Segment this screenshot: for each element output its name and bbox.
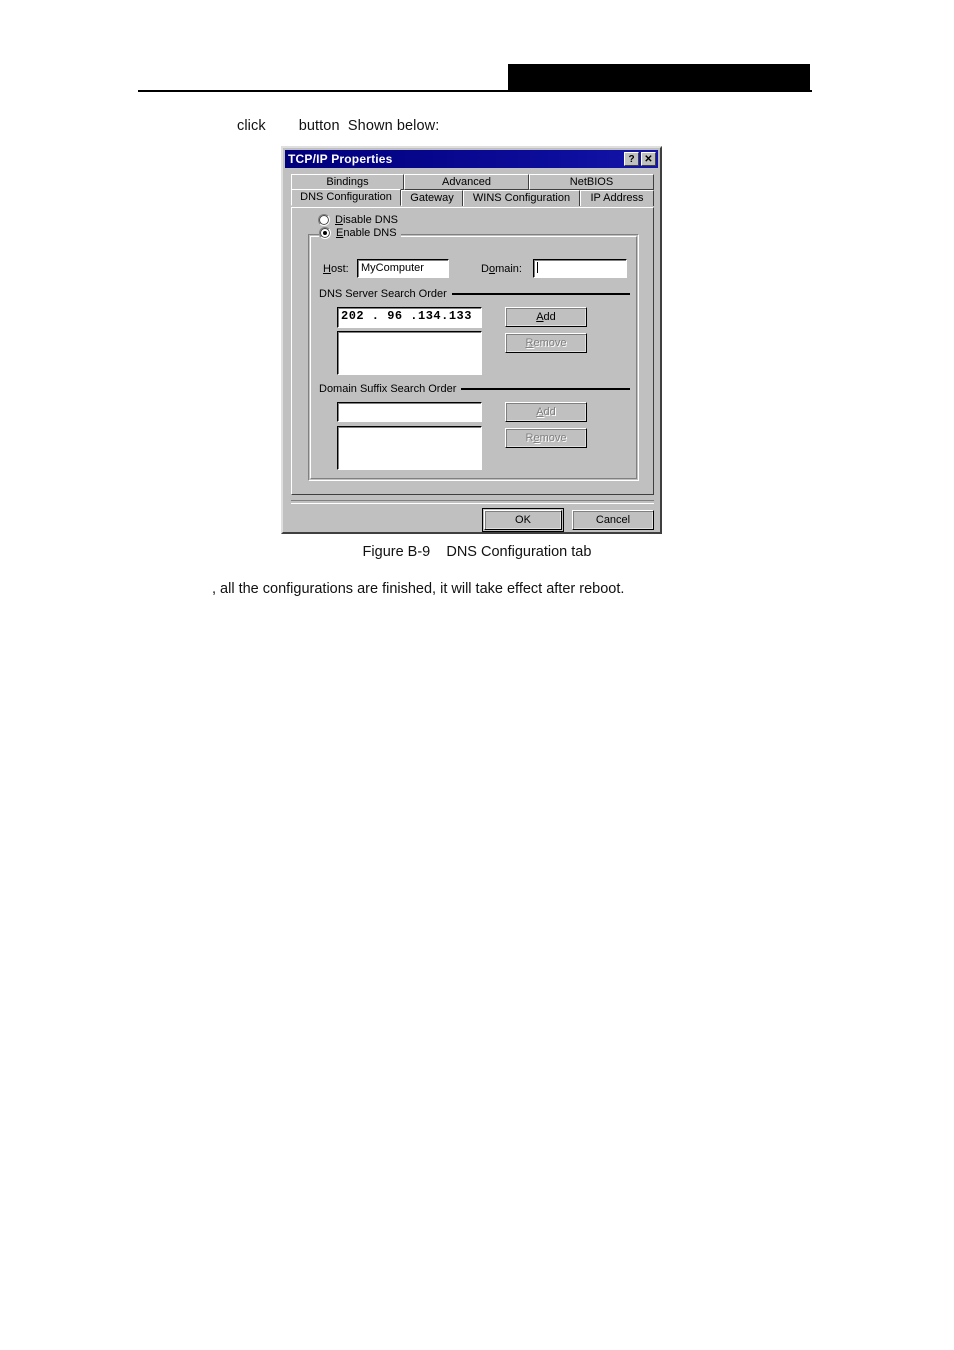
domain-suffix-remove-button[interactable]: Remove (505, 428, 587, 448)
text-caret (537, 262, 538, 273)
dialog-title: TCP/IP Properties (288, 152, 393, 166)
radio-circle-icon (318, 214, 330, 226)
tab-ip-address[interactable]: IP Address (580, 190, 654, 206)
host-input[interactable]: MyComputer (357, 259, 449, 278)
close-icon[interactable]: ✕ (641, 152, 656, 166)
domain-suffix-search-order-title: Domain Suffix Search Order (319, 383, 457, 395)
domain-suffix-remove-label: Remove (525, 432, 567, 444)
domain-suffix-add-button[interactable]: Add (505, 402, 587, 422)
domain-input[interactable] (533, 259, 627, 278)
titlebar-button-group: ? ✕ (624, 152, 656, 166)
radio-enable-dns[interactable]: Enable DNS (319, 227, 401, 239)
dns-server-remove-button[interactable]: Remove (505, 333, 587, 353)
domain-label: Domain: (481, 263, 522, 275)
radio-circle-filled-icon (319, 227, 331, 239)
tab-netbios[interactable]: NetBIOS (529, 174, 654, 190)
tabstrip: Bindings Advanced NetBIOS DNS Configurat… (291, 174, 654, 206)
section-divider-line (451, 293, 630, 295)
figure-caption: Figure B-9 DNS Configuration tab (362, 544, 592, 560)
tab-row-top: Bindings Advanced NetBIOS (291, 174, 654, 190)
domain-suffix-entry-input[interactable] (337, 402, 482, 422)
domain-suffix-search-order-header: Domain Suffix Search Order (319, 383, 630, 395)
radio-enable-dns-label: Enable DNS (336, 227, 397, 239)
enable-dns-groupbox: Enable DNS Host: MyComputer Domain: DNS … (308, 227, 639, 481)
dns-server-add-label: Add (536, 311, 556, 323)
tab-dns-configuration[interactable]: DNS Configuration (291, 189, 401, 206)
dialog-bottom-separator (291, 500, 654, 504)
host-label: Host: (323, 263, 349, 275)
dns-server-list[interactable] (337, 331, 482, 375)
cancel-button[interactable]: Cancel (572, 510, 654, 530)
footer-text: , all the configurations are finished, i… (212, 581, 625, 597)
domain-suffix-add-label: Add (536, 406, 556, 418)
tab-bindings[interactable]: Bindings (291, 174, 404, 190)
header-rule (138, 90, 812, 92)
ok-button[interactable]: OK (482, 508, 564, 532)
tab-gateway[interactable]: Gateway (401, 190, 463, 206)
section-divider-line-2 (461, 388, 630, 390)
tab-row-bottom: DNS Configuration Gateway WINS Configura… (291, 189, 654, 206)
radio-disable-dns-label: Disable DNS (335, 214, 398, 226)
header-redaction-bar (508, 64, 810, 90)
dialog-titlebar[interactable]: TCP/IP Properties ? ✕ (285, 150, 658, 168)
help-icon[interactable]: ? (624, 152, 639, 166)
dns-configuration-panel: Disable DNS Enable DNS Host: MyComputer … (291, 207, 654, 495)
tab-wins-configuration[interactable]: WINS Configuration (463, 190, 580, 206)
domain-suffix-list[interactable] (337, 426, 482, 470)
radio-disable-dns[interactable]: Disable DNS (318, 214, 398, 226)
dns-server-search-order-title: DNS Server Search Order (319, 288, 447, 300)
dns-server-entry-input[interactable]: 202 . 96 .134.133 (337, 307, 482, 328)
dns-server-add-button[interactable]: Add (505, 307, 587, 327)
intro-text: click button Shown below: (237, 118, 440, 134)
dns-server-search-order-header: DNS Server Search Order (319, 288, 630, 300)
tcpip-properties-dialog: TCP/IP Properties ? ✕ Bindings Advanced … (281, 146, 662, 534)
dns-server-remove-label: Remove (525, 337, 567, 349)
tab-advanced[interactable]: Advanced (404, 174, 529, 190)
